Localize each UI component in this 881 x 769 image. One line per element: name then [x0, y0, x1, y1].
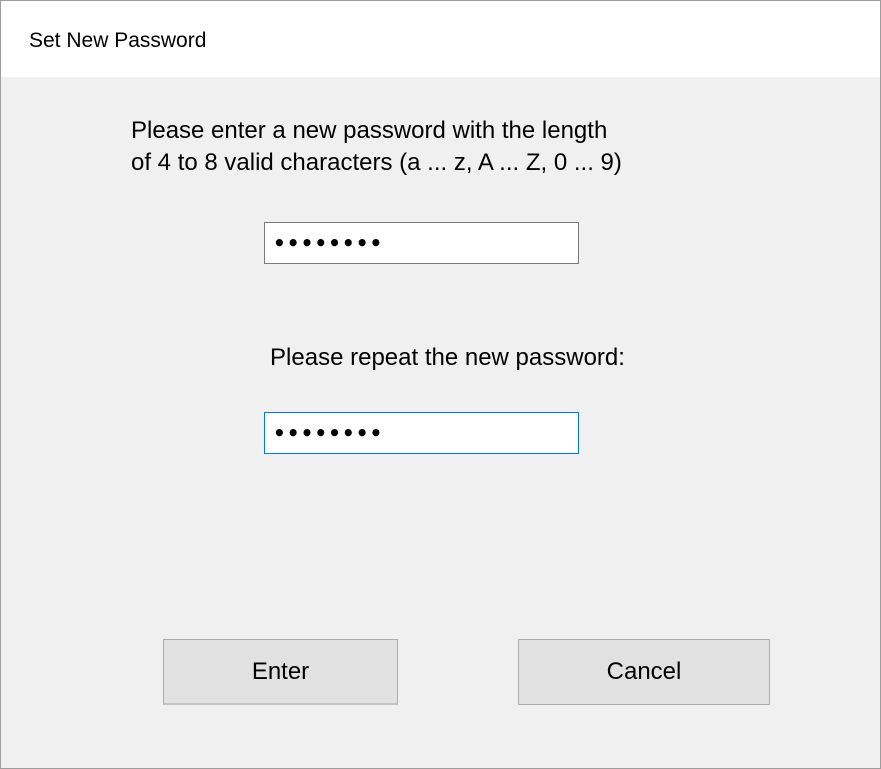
set-password-dialog: Set New Password Please enter a new pass… [0, 0, 881, 769]
password-instructions: Please enter a new password with the len… [131, 117, 622, 176]
cancel-button[interactable]: Cancel [518, 639, 770, 705]
repeat-password-label: Please repeat the new password: [270, 344, 625, 371]
dialog-title: Set New Password [29, 29, 207, 52]
enter-button[interactable]: Enter [163, 639, 398, 705]
repeat-password-field[interactable]: •••••••• [264, 412, 579, 454]
new-password-field[interactable]: •••••••• [264, 222, 579, 264]
title-bar: Set New Password [1, 1, 880, 77]
